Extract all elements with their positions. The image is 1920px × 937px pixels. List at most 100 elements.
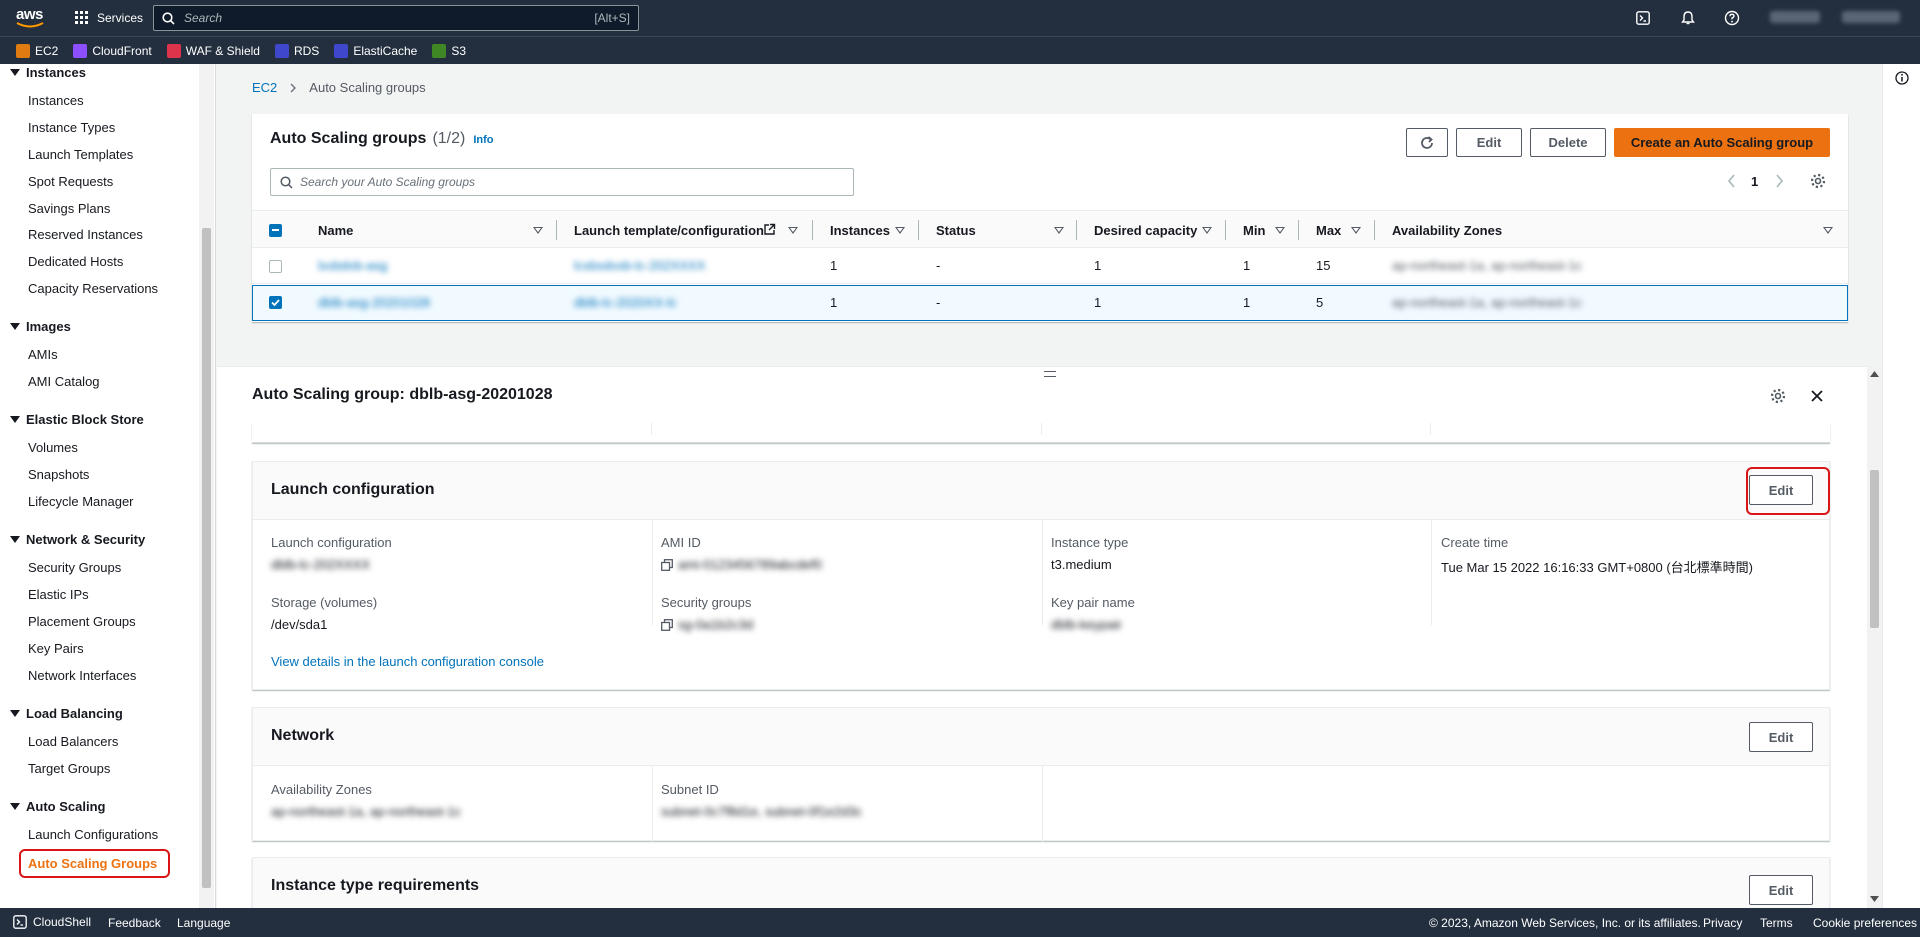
asg-name-link[interactable]: dblb-asg-20201028 (318, 295, 430, 310)
asg-search-input[interactable]: Search your Auto Scaling groups (270, 168, 854, 196)
chevron-left-icon[interactable] (1727, 174, 1737, 188)
favorite-s3[interactable]: S3 (432, 43, 466, 58)
table-row[interactable]: lxxbdvb-asg lcxbxdvxb-lc-202XXXX 1 - 1 1… (252, 248, 1848, 284)
sort-icon[interactable] (533, 227, 543, 234)
account-menu[interactable] (1770, 11, 1820, 23)
table-row-selected[interactable]: dblb-asg-20201028 dblb-lc-2020XX-lc 1 - … (252, 285, 1848, 321)
cloudshell-icon[interactable] (1636, 11, 1650, 25)
sidebar-item-amis[interactable]: AMIs (28, 347, 58, 362)
sidebar-item-lifecycle-manager[interactable]: Lifecycle Manager (28, 494, 134, 509)
sidebar-item-launch-configurations[interactable]: Launch Configurations (28, 827, 158, 842)
notifications-bell-icon[interactable] (1680, 10, 1696, 26)
sort-icon[interactable] (1054, 227, 1064, 234)
sidebar-item-network-interfaces[interactable]: Network Interfaces (28, 668, 136, 683)
sort-icon[interactable] (895, 227, 905, 234)
favorite-cloudfront[interactable]: CloudFront (73, 43, 152, 58)
select-all-checkbox[interactable] (269, 224, 282, 237)
chevron-right-icon[interactable] (1775, 174, 1785, 188)
sidebar-item-savings-plans[interactable]: Savings Plans (28, 201, 110, 216)
edit-button[interactable]: Edit (1456, 128, 1522, 157)
sidebar-item-target-groups[interactable]: Target Groups (28, 761, 110, 776)
sidebar-item-volumes[interactable]: Volumes (28, 440, 78, 455)
create-asg-button[interactable]: Create an Auto Scaling group (1614, 128, 1830, 157)
sidebar-section-auto-scaling[interactable]: Auto Scaling (10, 799, 105, 814)
sidebar-scroll-thumb[interactable] (202, 228, 211, 888)
favorite-waf-shield[interactable]: WAF & Shield (166, 43, 260, 58)
sidebar-item-spot-requests[interactable]: Spot Requests (28, 174, 113, 189)
sidebar-item-elastic-ips[interactable]: Elastic IPs (28, 587, 89, 602)
launch-config-edit-button[interactable]: Edit (1749, 475, 1813, 505)
services-menu[interactable]: Services (74, 10, 143, 26)
row-checkbox-checked[interactable] (269, 296, 282, 309)
sidebar-item-instance-types[interactable]: Instance Types (28, 120, 115, 135)
aws-logo[interactable]: aws (16, 6, 44, 29)
sort-icon[interactable] (1202, 227, 1212, 234)
detail-scrollbar[interactable] (1867, 366, 1882, 908)
copy-icon[interactable] (661, 619, 673, 631)
sidebar-section-images[interactable]: Images (10, 319, 71, 334)
sort-icon[interactable] (1351, 227, 1361, 234)
detail-scroll-thumb[interactable] (1870, 470, 1879, 628)
launch-config-link[interactable]: dblb-lc-2020XX-lc (574, 295, 677, 310)
page-number[interactable]: 1 (1751, 174, 1758, 189)
sidebar-section-network-security[interactable]: Network & Security (10, 532, 145, 547)
column-header-name[interactable]: Name (318, 211, 353, 249)
sidebar-section-ebs[interactable]: Elastic Block Store (10, 412, 144, 427)
region-menu[interactable] (1842, 11, 1900, 23)
feedback-link[interactable]: Feedback (108, 916, 161, 930)
info-link[interactable]: Info (473, 134, 493, 146)
language-link[interactable]: Language (177, 916, 230, 930)
sidebar-item-reserved-instances[interactable]: Reserved Instances (28, 227, 143, 242)
cloudshell-button[interactable]: CloudShell (13, 915, 91, 929)
breadcrumb-ec2-link[interactable]: EC2 (252, 80, 277, 95)
sidebar-section-load-balancing[interactable]: Load Balancing (10, 706, 123, 721)
sidebar-item-launch-templates[interactable]: Launch Templates (28, 147, 133, 162)
sort-icon[interactable] (788, 227, 798, 234)
preferences-gear-icon[interactable] (1770, 388, 1786, 404)
delete-button[interactable]: Delete (1530, 128, 1606, 157)
sidebar-item-key-pairs[interactable]: Key Pairs (28, 641, 84, 656)
sidebar-item-load-balancers[interactable]: Load Balancers (28, 734, 118, 749)
launch-config-link[interactable]: lcxbxdvxb-lc-202XXXX (574, 258, 706, 273)
column-header-availability-zones[interactable]: Availability Zones (1392, 211, 1502, 249)
sort-icon[interactable] (1275, 227, 1285, 234)
sidebar-item-placement-groups[interactable]: Placement Groups (28, 614, 136, 629)
favorite-elasticache[interactable]: ElastiCache (334, 43, 417, 58)
refresh-button[interactable] (1406, 128, 1448, 157)
copy-icon[interactable] (661, 559, 673, 571)
sidebar-scrollbar[interactable] (199, 64, 214, 908)
column-header-status[interactable]: Status (936, 211, 976, 249)
column-header-max[interactable]: Max (1316, 211, 1341, 249)
sidebar-item-security-groups[interactable]: Security Groups (28, 560, 121, 575)
global-search-input[interactable]: Search [Alt+S] (153, 5, 639, 31)
sidebar-item-instances[interactable]: Instances (28, 93, 84, 108)
column-header-desired-capacity[interactable]: Desired capacity (1094, 211, 1197, 249)
sidebar-item-dedicated-hosts[interactable]: Dedicated Hosts (28, 254, 123, 269)
terms-link[interactable]: Terms (1760, 916, 1793, 930)
launch-config-console-link[interactable]: View details in the launch configuration… (271, 654, 544, 669)
scroll-down-arrow-icon[interactable] (1870, 896, 1879, 902)
scroll-up-arrow-icon[interactable] (1870, 371, 1879, 377)
help-icon[interactable] (1724, 10, 1740, 26)
instance-type-req-edit-button[interactable]: Edit (1749, 875, 1813, 905)
column-header-instances[interactable]: Instances (830, 211, 890, 249)
asg-name-link[interactable]: lxxbdvb-asg (318, 258, 387, 273)
column-header-min[interactable]: Min (1243, 211, 1265, 249)
column-header-launch-template[interactable]: Launch template/configuration (574, 211, 764, 249)
network-edit-button[interactable]: Edit (1749, 722, 1813, 752)
settings-gear-icon[interactable] (1810, 173, 1826, 189)
privacy-link[interactable]: Privacy (1703, 916, 1742, 930)
security-group-link[interactable]: sg-0a1b2c3d (678, 617, 753, 632)
resize-handle-icon[interactable] (1044, 371, 1056, 377)
favorite-ec2[interactable]: EC2 (16, 43, 58, 58)
sidebar-item-ami-catalog[interactable]: AMI Catalog (28, 374, 100, 389)
sidebar-item-auto-scaling-groups[interactable]: Auto Scaling Groups (19, 849, 170, 878)
favorite-rds[interactable]: RDS (274, 43, 319, 58)
close-icon[interactable] (1810, 389, 1824, 403)
sort-icon[interactable] (1823, 227, 1833, 234)
info-circle-icon[interactable] (1895, 71, 1909, 85)
sidebar-item-snapshots[interactable]: Snapshots (28, 467, 89, 482)
sidebar-item-capacity-reservations[interactable]: Capacity Reservations (28, 281, 158, 296)
cookie-preferences-link[interactable]: Cookie preferences (1813, 916, 1917, 930)
sidebar-section-instances[interactable]: Instances (10, 65, 86, 80)
